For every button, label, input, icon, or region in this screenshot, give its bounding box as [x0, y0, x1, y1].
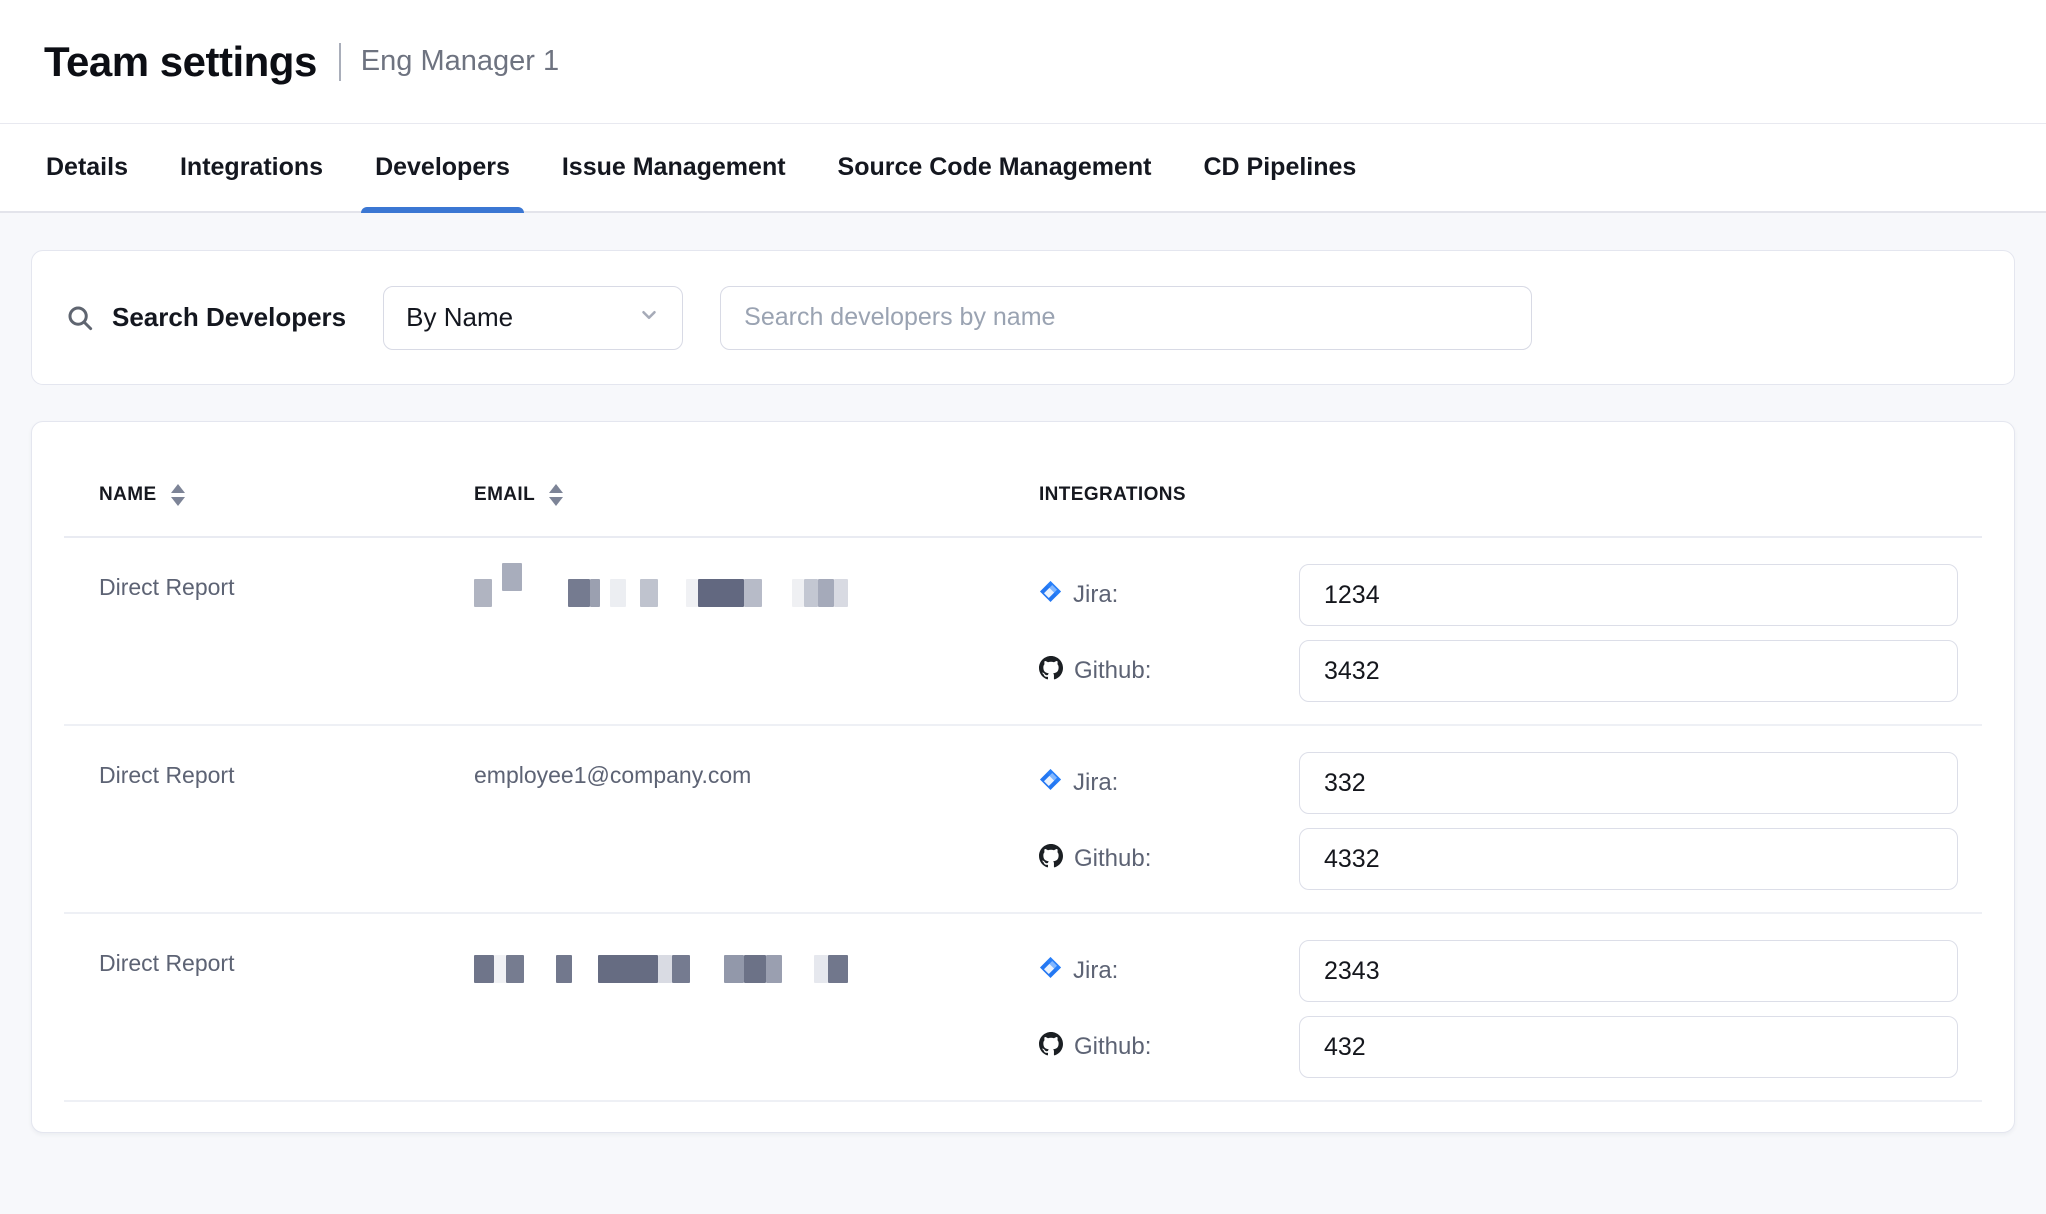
github-icon	[1039, 1032, 1063, 1063]
redacted-email	[474, 952, 1039, 986]
search-developers-label: Search Developers	[112, 302, 346, 333]
integrations-cell: Jira: Github:	[1039, 940, 1958, 1078]
jira-icon	[1039, 956, 1062, 986]
jira-label: Jira:	[1073, 769, 1118, 797]
developer-email	[474, 564, 1039, 702]
developer-email: employee1@company.com	[474, 752, 1039, 890]
github-label: Github:	[1074, 1033, 1151, 1061]
chevron-down-icon	[638, 302, 660, 333]
table-header-row: NAME EMAIL INTEGRATIONS	[64, 422, 1982, 538]
redacted-email	[474, 576, 1039, 610]
team-name-subtitle: Eng Manager 1	[361, 45, 559, 78]
sort-name-icon[interactable]	[170, 484, 186, 506]
jira-id-input[interactable]	[1299, 564, 1958, 626]
tab-cd-pipelines[interactable]: CD Pipelines	[1190, 124, 1371, 211]
sort-email-icon[interactable]	[548, 484, 564, 506]
column-header-email: EMAIL	[474, 484, 1039, 506]
github-integration-row: Github:	[1039, 640, 1958, 702]
tab-integrations[interactable]: Integrations	[166, 124, 337, 211]
column-header-integrations-label: INTEGRATIONS	[1039, 484, 1186, 506]
search-developers-input[interactable]	[720, 286, 1532, 350]
developer-email	[474, 940, 1039, 1078]
table-row: Direct Report employee1@company.com Jira…	[64, 726, 1982, 914]
integrations-cell: Jira: Github:	[1039, 564, 1958, 702]
search-filter-select[interactable]: By Name	[383, 286, 683, 350]
tab-developers[interactable]: Developers	[361, 124, 524, 211]
developers-table-card: NAME EMAIL INTEGRATIONS	[31, 421, 2015, 1133]
jira-integration-row: Jira:	[1039, 752, 1958, 814]
search-developers-panel: Search Developers By Name	[31, 250, 2015, 385]
integrations-cell: Jira: Github:	[1039, 752, 1958, 890]
jira-integration-row: Jira:	[1039, 564, 1958, 626]
github-id-input[interactable]	[1299, 828, 1958, 890]
jira-integration-row: Jira:	[1039, 940, 1958, 1002]
column-header-email-label: EMAIL	[474, 484, 535, 506]
jira-icon	[1039, 768, 1062, 798]
main-content: Search Developers By Name NAME	[0, 213, 2046, 1133]
tab-source-code-management[interactable]: Source Code Management	[824, 124, 1166, 211]
jira-icon	[1039, 580, 1062, 610]
github-integration-row: Github:	[1039, 1016, 1958, 1078]
developer-name: Direct Report	[99, 752, 474, 890]
github-icon	[1039, 844, 1063, 875]
jira-label: Jira:	[1073, 957, 1118, 985]
developer-name: Direct Report	[99, 564, 474, 702]
github-id-input[interactable]	[1299, 640, 1958, 702]
page-title: Team settings	[44, 38, 317, 86]
search-filter-selected-value: By Name	[406, 302, 513, 333]
tab-issue-management[interactable]: Issue Management	[548, 124, 800, 211]
github-label: Github:	[1074, 657, 1151, 685]
table-row: Direct Report	[64, 538, 1982, 726]
column-header-name-label: NAME	[99, 484, 157, 506]
title-separator	[339, 43, 341, 81]
tab-details[interactable]: Details	[32, 124, 142, 211]
jira-id-input[interactable]	[1299, 940, 1958, 1002]
github-icon	[1039, 656, 1063, 687]
magnifier-icon	[65, 303, 95, 333]
column-header-name: NAME	[99, 484, 474, 506]
jira-id-input[interactable]	[1299, 752, 1958, 814]
developer-name: Direct Report	[99, 940, 474, 1078]
github-id-input[interactable]	[1299, 1016, 1958, 1078]
page-header: Team settings Eng Manager 1	[0, 0, 2046, 124]
table-row: Direct Report	[64, 914, 1982, 1102]
github-integration-row: Github:	[1039, 828, 1958, 890]
column-header-integrations: INTEGRATIONS	[1039, 484, 1958, 506]
github-label: Github:	[1074, 845, 1151, 873]
settings-tabbar: Details Integrations Developers Issue Ma…	[0, 124, 2046, 213]
jira-label: Jira:	[1073, 581, 1118, 609]
